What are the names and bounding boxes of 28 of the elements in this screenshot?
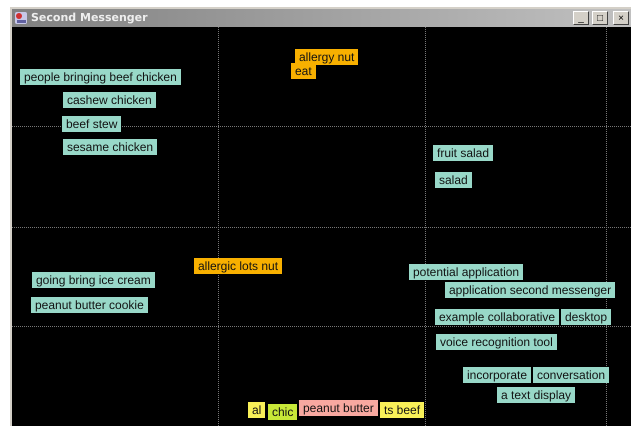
tag[interactable]: peanut butter cookie: [31, 297, 148, 313]
tag[interactable]: people bringing beef chicken: [20, 69, 181, 85]
maximize-button[interactable]: □: [592, 11, 608, 25]
tag[interactable]: potential application: [409, 264, 524, 280]
app-icon: [14, 11, 28, 25]
tag[interactable]: sesame chicken: [63, 139, 158, 155]
tag[interactable]: beef stew: [62, 116, 122, 132]
tag[interactable]: fruit salad: [433, 145, 494, 161]
tag[interactable]: application second messenger: [445, 282, 616, 298]
tag[interactable]: cashew chicken: [63, 92, 156, 108]
tag[interactable]: incorporate: [463, 367, 532, 383]
window-title: Second Messenger: [31, 10, 148, 26]
tag[interactable]: allergic lots nut: [194, 258, 282, 274]
tag[interactable]: al: [248, 402, 266, 418]
tag[interactable]: desktop: [561, 309, 612, 325]
tag[interactable]: going bring ice cream: [32, 272, 155, 288]
tag[interactable]: chic: [268, 404, 298, 420]
tag[interactable]: a text display: [497, 387, 576, 403]
minimize-button[interactable]: _: [573, 11, 589, 25]
tag[interactable]: example collaborative: [435, 309, 560, 325]
tag[interactable]: peanut butter: [299, 400, 378, 416]
tag[interactable]: ts beef: [380, 402, 424, 418]
tag[interactable]: salad: [435, 172, 472, 188]
tag[interactable]: eat: [291, 63, 316, 79]
tag[interactable]: conversation: [533, 367, 610, 383]
tag[interactable]: voice recognition tool: [436, 334, 557, 350]
tag[interactable]: allergy nut: [295, 49, 358, 65]
close-button[interactable]: ×: [613, 11, 629, 25]
